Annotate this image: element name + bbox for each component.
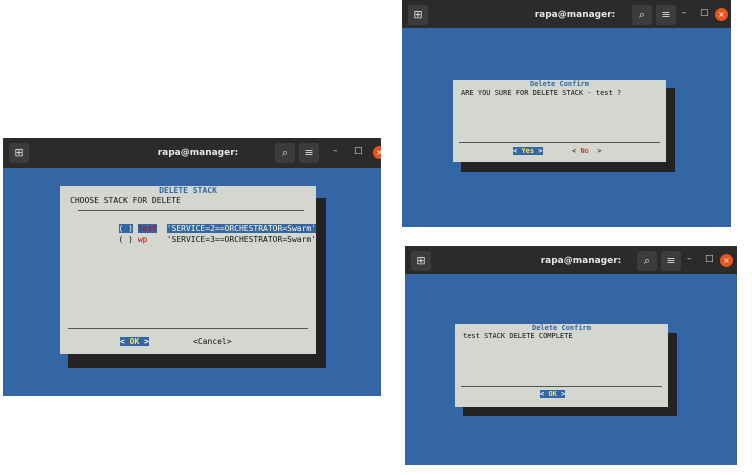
button-divider	[459, 142, 660, 143]
delete-confirm-dialog: Delete Confirm ARE YOU SURE FOR DELETE S…	[453, 80, 666, 162]
radio-button[interactable]: ( )	[119, 235, 133, 244]
search-icon[interactable]: ⌕	[637, 251, 657, 271]
window-title: rapa@manager: ~/jdss/scripts	[534, 10, 616, 50]
new-tab-icon[interactable]: ⊞	[9, 143, 29, 163]
close-icon[interactable]: ×	[720, 254, 733, 267]
button-divider	[461, 386, 662, 387]
title-bar: ⊞ rapa@manager: ~/jdss/scripts ⌕ ≡ – □ ×	[3, 138, 381, 188]
button-divider	[68, 328, 308, 329]
stack-description: 'SERVICE=3==ORCHESTRATOR=Swarm'	[166, 235, 317, 244]
close-icon[interactable]: ×	[715, 8, 728, 21]
cancel-button[interactable]: <Cancel>	[193, 337, 232, 346]
terminal-window-delete-complete: ⊞ rapa@manager: ~/jdss/scripts ⌕ ≡ – □ ×…	[405, 246, 737, 465]
ok-button[interactable]: < OK >	[120, 337, 149, 346]
list-top-border	[78, 210, 304, 211]
dialog-title: Delete Confirm	[531, 324, 591, 332]
close-icon[interactable]: ×	[373, 146, 381, 159]
no-button[interactable]: < No >	[572, 147, 602, 155]
minimize-icon[interactable]: –	[687, 254, 692, 264]
menu-icon[interactable]: ≡	[656, 5, 676, 25]
terminal-window-delete-confirm: ⊞ rapa@manager: ~/jdss/scripts ⌕ ≡ – □ ×…	[402, 0, 731, 227]
maximize-icon[interactable]: □	[700, 8, 709, 18]
dialog-prompt: CHOOSE STACK FOR DELETE	[70, 196, 181, 205]
maximize-icon[interactable]: □	[705, 254, 714, 264]
window-title: rapa@manager: ~/jdss/scripts	[157, 148, 239, 188]
new-tab-icon[interactable]: ⊞	[411, 251, 431, 271]
menu-icon[interactable]: ≡	[299, 143, 319, 163]
delete-complete-dialog: Delete Confirm test STACK DELETE COMPLET…	[455, 324, 668, 407]
search-icon[interactable]: ⌕	[275, 143, 295, 163]
dialog-title: Delete Confirm	[529, 80, 589, 88]
title-bar: ⊞ rapa@manager: ~/jdss/scripts ⌕ ≡ – □ ×	[402, 0, 731, 50]
terminal-area: Delete Confirm ARE YOU SURE FOR DELETE S…	[402, 28, 731, 227]
delete-stack-dialog: DELETE STACK CHOOSE STACK FOR DELETE ( )…	[60, 186, 317, 354]
minimize-icon[interactable]: –	[333, 146, 338, 156]
terminal-area: Delete Confirm test STACK DELETE COMPLET…	[405, 274, 737, 465]
search-icon[interactable]: ⌕	[632, 5, 652, 25]
maximize-icon[interactable]: □	[354, 146, 363, 156]
confirm-message: ARE YOU SURE FOR DELETE STACK - test ?	[461, 89, 622, 97]
ok-button[interactable]: < OK >	[540, 390, 566, 398]
title-bar: ⊞ rapa@manager: ~/jdss/scripts ⌕ ≡ – □ ×	[405, 246, 737, 296]
stack-option-wp[interactable]: ( ) wp 'SERVICE=3==ORCHESTRATOR=Swarm'	[80, 226, 317, 253]
minimize-icon[interactable]: –	[682, 8, 687, 18]
terminal-area: DELETE STACK CHOOSE STACK FOR DELETE ( )…	[3, 168, 381, 396]
dialog-title: DELETE STACK	[159, 186, 217, 195]
terminal-window-delete-stack: ⊞ rapa@manager: ~/jdss/scripts ⌕ ≡ – □ ×…	[3, 138, 381, 396]
stack-name: wp	[137, 235, 148, 244]
new-tab-icon[interactable]: ⊞	[408, 5, 428, 25]
menu-icon[interactable]: ≡	[661, 251, 681, 271]
window-title: rapa@manager: ~/jdss/scripts	[540, 256, 622, 296]
yes-button[interactable]: < Yes >	[513, 147, 543, 155]
complete-message: test STACK DELETE COMPLETE	[463, 332, 573, 340]
